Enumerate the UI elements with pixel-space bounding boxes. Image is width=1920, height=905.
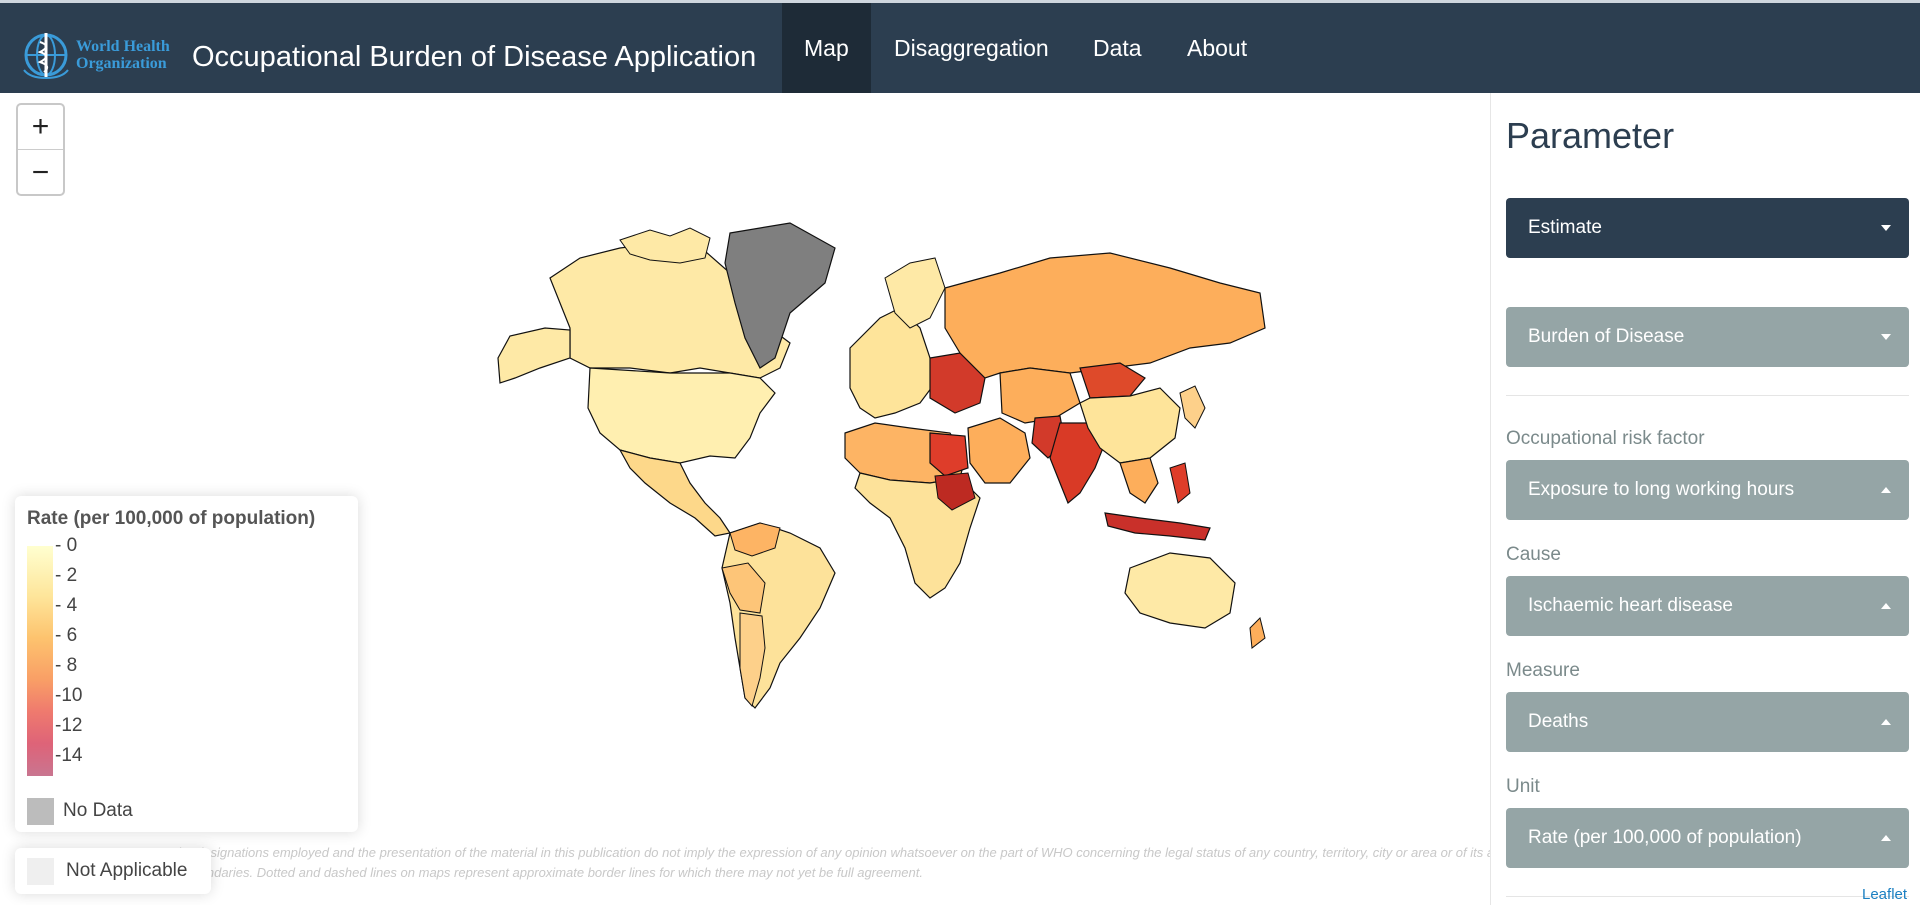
burden-dropdown-label: Burden of Disease: [1528, 326, 1685, 347]
who-logo-text: World Health Organization: [76, 38, 170, 72]
region-russia[interactable]: [944, 252, 1266, 379]
who-logo[interactable]: World Health Organization: [20, 30, 172, 80]
region-korea-japan[interactable]: [1179, 385, 1206, 429]
cause-dropdown[interactable]: Ischaemic heart disease: [1506, 576, 1909, 636]
region-philippines[interactable]: [1169, 462, 1191, 504]
legend-tick: - 4: [55, 595, 78, 616]
not-applicable-label: Not Applicable: [66, 860, 188, 881]
legend-tick: - 8: [55, 655, 78, 676]
caret-up-icon: [1881, 835, 1891, 841]
legend-tick: -10: [55, 685, 83, 706]
measure-value: Deaths: [1528, 711, 1589, 732]
tab-disaggregation[interactable]: Disaggregation: [894, 3, 1049, 93]
estimate-dropdown-label: Estimate: [1528, 217, 1602, 238]
divider: [1506, 896, 1909, 897]
legend-tick: - 2: [55, 565, 78, 586]
legend-tick: - 0: [55, 535, 78, 556]
cause-value: Ischaemic heart disease: [1528, 595, 1733, 616]
parameter-title: Parameter: [1506, 115, 1675, 156]
tab-map[interactable]: Map: [782, 3, 871, 93]
cause-label: Cause: [1506, 544, 1561, 565]
navbar: World Health Organization Occupational B…: [0, 3, 1920, 93]
region-mongolia[interactable]: [1079, 362, 1146, 399]
divider: [1506, 395, 1909, 396]
region-middle-east[interactable]: [967, 417, 1031, 484]
map-legend: Rate (per 100,000 of population) - 0 - 2…: [15, 496, 358, 832]
no-data-label: No Data: [63, 800, 133, 821]
caret-down-icon: [1881, 334, 1891, 340]
logo-text-line1: World Health: [76, 38, 170, 55]
caret-down-icon: [1881, 225, 1891, 231]
legend-tick: -14: [55, 745, 83, 766]
region-southeast-asia[interactable]: [1119, 457, 1159, 504]
region-mexico[interactable]: [618, 449, 731, 537]
world-map[interactable]: [490, 218, 1270, 728]
caret-up-icon: [1881, 719, 1891, 725]
zoom-out-button[interactable]: −: [18, 150, 63, 195]
legend-tick: -12: [55, 715, 83, 736]
region-new-zealand[interactable]: [1249, 617, 1266, 649]
zoom-in-button[interactable]: +: [18, 105, 63, 150]
logo-text-line2: Organization: [76, 55, 167, 72]
caret-up-icon: [1881, 487, 1891, 493]
risk-factor-dropdown[interactable]: Exposure to long working hours: [1506, 460, 1909, 520]
tab-data[interactable]: Data: [1093, 3, 1142, 93]
region-australia[interactable]: [1124, 552, 1236, 629]
not-applicable-swatch: [27, 858, 54, 885]
unit-dropdown[interactable]: Rate (per 100,000 of population): [1506, 808, 1909, 868]
unit-value: Rate (per 100,000 of population): [1528, 827, 1802, 848]
caret-up-icon: [1881, 603, 1891, 609]
leaflet-attribution-link[interactable]: Leaflet: [1862, 886, 1907, 903]
parameter-sidebar: Parameter Estimate Burden of Disease Occ…: [1490, 93, 1920, 905]
measure-label: Measure: [1506, 660, 1580, 681]
no-data-swatch: [27, 798, 54, 825]
region-indonesia[interactable]: [1104, 512, 1211, 541]
burden-dropdown[interactable]: Burden of Disease: [1506, 307, 1909, 367]
measure-dropdown[interactable]: Deaths: [1506, 692, 1909, 752]
region-alaska[interactable]: [497, 327, 571, 384]
legend-color-ramp: [27, 546, 53, 776]
app-title[interactable]: Occupational Burden of Disease Applicati…: [192, 41, 756, 74]
risk-factor-value: Exposure to long working hours: [1528, 479, 1795, 500]
region-usa[interactable]: [587, 367, 776, 464]
unit-label: Unit: [1506, 776, 1540, 797]
legend-title: Rate (per 100,000 of population): [27, 508, 316, 529]
estimate-dropdown[interactable]: Estimate: [1506, 198, 1909, 258]
who-emblem-icon: [23, 33, 69, 80]
tab-about[interactable]: About: [1187, 3, 1247, 93]
region-central-asia[interactable]: [999, 367, 1081, 424]
legend-tick: - 6: [55, 625, 78, 646]
not-applicable-legend: Not Applicable: [15, 848, 211, 894]
zoom-control: + −: [16, 103, 65, 196]
region-europe[interactable]: [849, 307, 936, 419]
risk-factor-label: Occupational risk factor: [1506, 428, 1705, 449]
